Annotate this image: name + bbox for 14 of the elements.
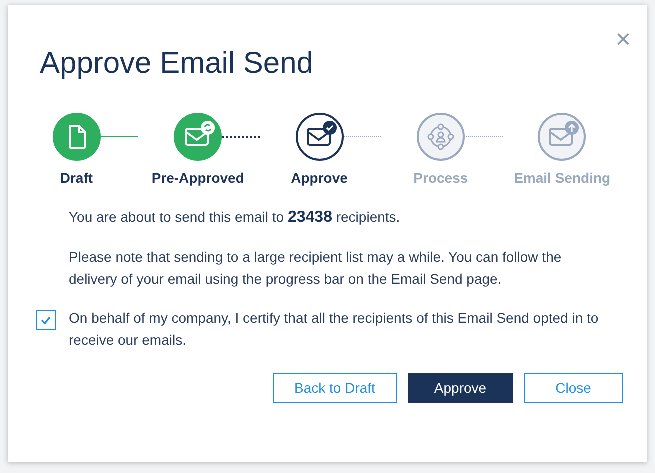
dialog-button[interactable]: Back to Draft [273, 373, 397, 403]
note-text: Please note that sending to a large recipient list may a while. You can follow the delivery of your email using the progress bar on the Email Send page. [69, 248, 563, 289]
summary-text: You are about to send this email to 23438 recipients. [69, 208, 402, 228]
step-label: Pre-Approved [152, 170, 244, 186]
primary-button[interactable]: Approve [408, 373, 513, 403]
step-label: Process [414, 170, 468, 186]
step-label: Approve [291, 170, 348, 186]
step-label: Draft [60, 170, 94, 186]
certify-label: On behalf of my company, I certify that all the recipients of this Email Send opted in to receive our emails. [69, 309, 600, 350]
close-button[interactable]: × [616, 26, 631, 52]
dialog-button[interactable]: Close [524, 373, 623, 403]
dialog-title: Approve Email Send [40, 46, 314, 82]
step-label: Email Sending [514, 170, 611, 186]
checkbox[interactable] [36, 310, 56, 330]
